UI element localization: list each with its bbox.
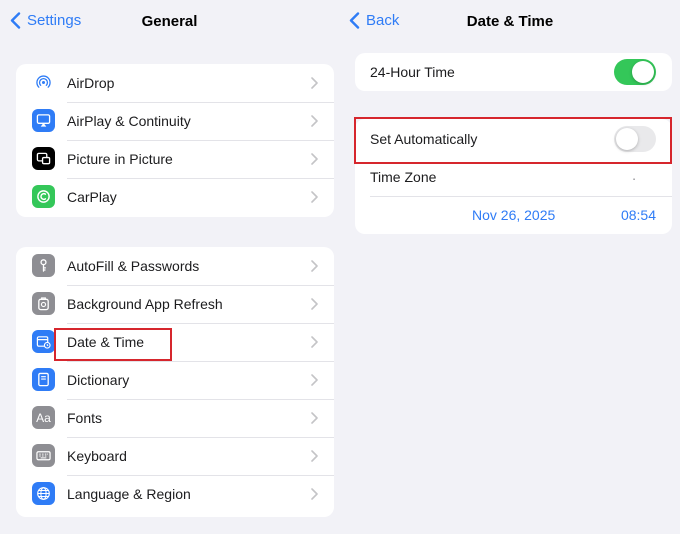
chevron-right-icon xyxy=(311,77,318,89)
carplay-icon xyxy=(32,185,55,208)
list-item-carplay[interactable]: CarPlay xyxy=(16,178,334,216)
chevron-right-icon xyxy=(311,450,318,462)
item-label: Background App Refresh xyxy=(67,296,223,312)
item-label: CarPlay xyxy=(67,189,117,205)
set-automatically-highlight-box xyxy=(354,117,672,164)
date-time-panel: Back Date & Time 24-Hour Time Set Automa… xyxy=(340,0,680,534)
hour24-row: 24-Hour Time xyxy=(355,53,672,91)
time-zone-value: . xyxy=(632,167,636,183)
chevron-right-icon xyxy=(311,153,318,165)
item-label: Dictionary xyxy=(67,372,130,388)
list-item-airplay-continuity[interactable]: AirPlay & Continuity xyxy=(16,102,334,140)
item-label: AirPlay & Continuity xyxy=(67,113,191,129)
hour24-toggle[interactable] xyxy=(614,59,656,85)
hour24-group: 24-Hour Time xyxy=(355,53,672,91)
time-zone-label: Time Zone xyxy=(370,169,437,185)
general-settings-panel: Settings General AirDrop AirPlay & Conti… xyxy=(0,0,339,534)
globe-icon xyxy=(32,482,55,505)
item-label: Fonts xyxy=(67,410,103,426)
dictionary-icon xyxy=(32,368,55,391)
list-item-fonts[interactable]: Aa Fonts xyxy=(16,399,334,437)
chevron-right-icon xyxy=(311,412,318,424)
item-label: Language & Region xyxy=(67,486,191,502)
chevron-right-icon xyxy=(311,336,318,348)
refresh-icon xyxy=(32,292,55,315)
chevron-right-icon xyxy=(311,374,318,386)
date-time-highlight-box xyxy=(54,328,172,361)
chevron-right-icon xyxy=(311,191,318,203)
item-label: AutoFill & Passwords xyxy=(67,258,200,274)
toggle-knob xyxy=(632,61,654,83)
page-title: General xyxy=(141,13,198,30)
date-time-row: Nov 26, 2025 08:54 xyxy=(355,197,672,234)
hour24-label: 24-Hour Time xyxy=(370,64,455,80)
time-picker[interactable]: 08:54 xyxy=(621,207,656,223)
navigation-bar: Back Date & Time xyxy=(340,0,680,44)
picture-in-picture-icon xyxy=(32,147,55,170)
list-item-autofill-passwords[interactable]: AutoFill & Passwords xyxy=(16,247,334,285)
page-title: Date & Time xyxy=(466,13,554,30)
list-item-background-app-refresh[interactable]: Background App Refresh xyxy=(16,285,334,323)
chevron-right-icon xyxy=(311,298,318,310)
list-item-keyboard[interactable]: Keyboard xyxy=(16,437,334,475)
fonts-icon: Aa xyxy=(32,406,55,429)
chevron-right-icon xyxy=(311,260,318,272)
chevron-right-icon xyxy=(311,488,318,500)
navigation-bar: Settings General xyxy=(0,0,339,44)
list-item-picture-in-picture[interactable]: Picture in Picture xyxy=(16,140,334,178)
autofill-icon xyxy=(32,254,55,277)
airdrop-icon xyxy=(32,71,55,94)
time-zone-row[interactable]: Time Zone . xyxy=(355,163,672,199)
item-label: Picture in Picture xyxy=(67,151,173,167)
item-label: Keyboard xyxy=(67,448,127,464)
calendar-clock-icon xyxy=(32,330,55,353)
list-item-language-region[interactable]: Language & Region xyxy=(16,475,334,513)
system-group: AutoFill & Passwords Background App Refr… xyxy=(16,247,334,517)
list-item-airdrop[interactable]: AirDrop xyxy=(16,64,334,102)
date-picker[interactable]: Nov 26, 2025 xyxy=(472,207,555,223)
airplay-icon xyxy=(32,109,55,132)
keyboard-icon xyxy=(32,444,55,467)
item-label: AirDrop xyxy=(67,75,115,91)
connectivity-group: AirDrop AirPlay & Continuity Picture in … xyxy=(16,64,334,217)
chevron-right-icon xyxy=(311,115,318,127)
list-item-dictionary[interactable]: Dictionary xyxy=(16,361,334,399)
